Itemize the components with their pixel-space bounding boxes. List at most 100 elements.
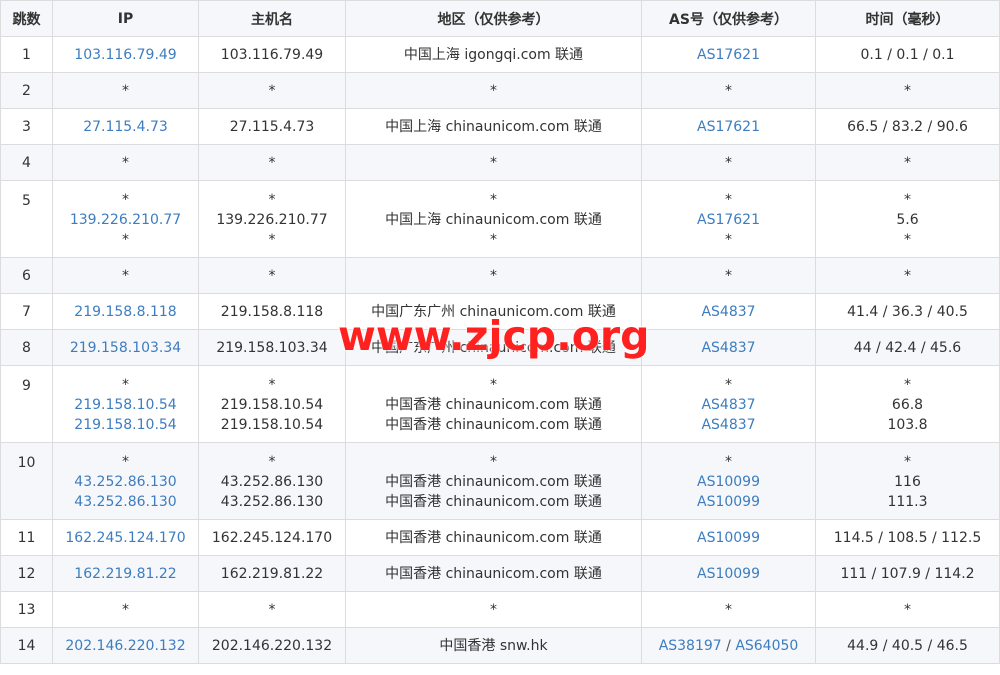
timeout-marker: * — [904, 154, 911, 171]
asn-link[interactable]: AS17621 — [697, 119, 760, 135]
timeout-marker: * — [490, 377, 497, 393]
ip-cell: * 219.158.10.54 219.158.10.54 — [52, 365, 199, 443]
ip-link[interactable]: 43.252.86.130 — [53, 472, 198, 492]
latency-text: 44 / 42.4 / 45.6 — [853, 339, 962, 356]
asn-link[interactable]: AS10099 — [697, 494, 760, 510]
timeout-marker: * — [122, 154, 129, 171]
hostname-text: 219.158.10.54 — [220, 417, 324, 433]
asn-line: AS10099 — [642, 528, 815, 548]
timeout-marker: * — [122, 82, 129, 99]
asn-link[interactable]: AS17621 — [697, 47, 760, 63]
latency-text: 116 — [894, 474, 921, 490]
timeout-marker: * — [268, 232, 276, 248]
region-cell: * 中国上海 chinaunicom.com 联通 * — [345, 180, 642, 258]
asn-link[interactable]: AS4837 — [701, 304, 755, 320]
time-cell: 0.1 / 0.1 / 0.1 — [815, 36, 1000, 73]
ip-link[interactable]: 162.219.81.22 — [53, 564, 198, 584]
hop-cell: 12 — [0, 555, 53, 592]
table-row: 9 * 219.158.10.54 219.158.10.54 * 219.158.10.… — [0, 365, 1000, 443]
ip-link[interactable]: 139.226.210.77 — [53, 210, 198, 230]
ip-link[interactable]: 219.158.10.54 — [53, 395, 198, 415]
timeout-marker: * — [122, 192, 129, 208]
hop-cell: 1 — [0, 36, 53, 73]
region-text: 中国上海 igongqi.com 联通 — [403, 46, 584, 63]
hop-number: 4 — [22, 154, 31, 171]
ip-link[interactable]: 103.116.79.49 — [53, 45, 198, 65]
asn-line: AS10099 — [642, 472, 815, 492]
asn-line: * — [642, 600, 815, 620]
ip-link[interactable]: 219.158.10.54 — [53, 415, 198, 435]
timeout-marker: * — [268, 601, 276, 618]
timeout-marker: * — [725, 267, 732, 284]
asn-link[interactable]: AS4837 — [701, 397, 755, 413]
ip-cell: 219.158.103.34 — [52, 329, 199, 366]
region-text: 中国香港 chinaunicom.com 联通 — [385, 417, 602, 433]
asn-separator: / — [721, 637, 736, 654]
ip-cell: * — [52, 257, 199, 294]
region-text: 中国香港 chinaunicom.com 联通 — [385, 529, 602, 546]
timeout-marker: * — [490, 232, 497, 248]
ip-link[interactable]: 219.158.103.34 — [53, 338, 198, 358]
asn-link[interactable]: AS38197 — [659, 638, 722, 654]
hostname-cell: 27.115.4.73 — [198, 108, 346, 145]
latency-text: 66.5 / 83.2 / 90.6 — [847, 118, 968, 135]
ip-link[interactable]: 43.252.86.130 — [53, 492, 198, 512]
header-asn: AS号（仅供参考） — [641, 0, 816, 37]
hostname-cell: * — [198, 72, 346, 109]
ip-link[interactable]: 27.115.4.73 — [53, 117, 198, 137]
hostname-text: 27.115.4.73 — [229, 118, 315, 135]
asn-link[interactable]: AS64050 — [735, 638, 798, 654]
hostname-text: 43.252.86.130 — [220, 474, 324, 490]
latency-text: 66.8 — [891, 397, 924, 413]
region-cell: * — [345, 144, 642, 181]
asn-line: AS10099 — [642, 564, 815, 584]
asn-cell: AS38197 / AS64050 — [641, 627, 816, 664]
hostname-cell: 162.219.81.22 — [198, 555, 346, 592]
timeout-marker: * — [490, 192, 497, 208]
time-cell: * — [815, 72, 1000, 109]
region-text: 中国香港 chinaunicom.com 联通 — [385, 397, 602, 413]
time-cell: 41.4 / 36.3 / 40.5 — [815, 293, 1000, 330]
table-row: 13 * * * * * — [0, 591, 1000, 628]
asn-link[interactable]: AS4837 — [701, 340, 755, 356]
region-cell: 中国上海 igongqi.com 联通 — [345, 36, 642, 73]
asn-link[interactable]: AS10099 — [697, 474, 760, 490]
table-row: 7 219.158.8.118 219.158.8.118 中国广东广州 chinau… — [0, 293, 1000, 330]
asn-line: AS17621 — [642, 45, 815, 65]
hop-number: 2 — [22, 82, 31, 99]
timeout-marker: * — [725, 377, 732, 393]
asn-line: * — [642, 375, 815, 395]
hop-cell: 14 — [0, 627, 53, 664]
hostname-cell: 103.116.79.49 — [198, 36, 346, 73]
table-row: 14 202.146.220.132 202.146.220.132 中国香港 snw… — [0, 627, 1000, 664]
asn-cell: * — [641, 257, 816, 294]
header-time: 时间（毫秒） — [815, 0, 1000, 37]
region-text: 中国上海 chinaunicom.com 联通 — [385, 118, 602, 135]
ip-link[interactable]: 202.146.220.132 — [53, 636, 198, 656]
asn-link[interactable]: AS10099 — [697, 530, 760, 546]
ip-link[interactable]: 219.158.8.118 — [53, 302, 198, 322]
latency-text: 111.3 — [887, 494, 928, 510]
asn-link[interactable]: AS10099 — [697, 566, 760, 582]
table-row: 1 103.116.79.49 103.116.79.49 中国上海 igongqi.… — [0, 36, 1000, 73]
region-cell: * — [345, 72, 642, 109]
asn-cell: AS10099 — [641, 519, 816, 556]
time-cell: 44.9 / 40.5 / 46.5 — [815, 627, 1000, 664]
timeout-marker: * — [725, 82, 732, 99]
asn-link[interactable]: AS4837 — [701, 417, 755, 433]
asn-cell: * AS10099 AS10099 — [641, 442, 816, 520]
hop-number: 10 — [17, 455, 36, 471]
traceroute-panel: 跳数 IP 主机名 地区（仅供参考） AS号（仅供参考） 时间（毫秒） 1 103… — [0, 0, 1000, 675]
timeout-marker: * — [904, 454, 911, 470]
timeout-marker: * — [122, 377, 129, 393]
header-hop: 跳数 — [0, 0, 53, 37]
asn-cell: * — [641, 591, 816, 628]
hop-cell: 7 — [0, 293, 53, 330]
timeout-marker: * — [490, 82, 497, 99]
header-region: 地区（仅供参考） — [345, 0, 642, 37]
asn-link[interactable]: AS17621 — [697, 212, 760, 228]
hop-cell: 8 — [0, 329, 53, 366]
region-text: 中国广东广州 chinaunicom.com 联通 — [371, 339, 616, 356]
ip-cell: 162.245.124.170 — [52, 519, 199, 556]
ip-link[interactable]: 162.245.124.170 — [53, 528, 198, 548]
